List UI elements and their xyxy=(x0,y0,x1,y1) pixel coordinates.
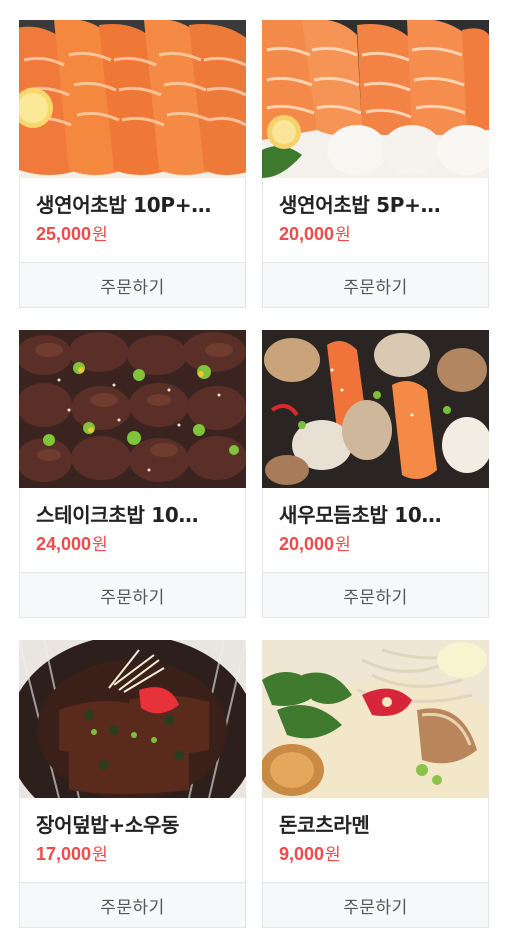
price-amount: 17,000 xyxy=(36,844,92,864)
menu-card-info: 장어덮밥+소우동 17,000원 xyxy=(19,798,246,882)
menu-card-info: 생연어초밥 5P+… 20,000원 xyxy=(262,178,489,262)
currency-label: 원 xyxy=(92,225,108,245)
menu-item-name: 돈코츠라멘 xyxy=(279,813,370,837)
menu-card-info: 스테이크초밥 10… 24,000원 xyxy=(19,488,246,572)
order-button[interactable]: 주문하기 xyxy=(262,262,489,308)
menu-item-price: 25,000원 xyxy=(36,222,229,247)
order-button[interactable]: 주문하기 xyxy=(19,262,246,308)
currency-label: 원 xyxy=(92,535,108,555)
price-amount: 20,000 xyxy=(279,224,335,244)
order-button[interactable]: 주문하기 xyxy=(262,882,489,928)
price-amount: 24,000 xyxy=(36,534,92,554)
salmon-sushi-photo[interactable] xyxy=(19,20,246,178)
tonkotsu-ramen-photo[interactable] xyxy=(262,640,489,798)
menu-card: 스테이크초밥 10… 24,000원 주문하기 xyxy=(19,330,246,618)
menu-card: 생연어초밥 10P+… 25,000원 주문하기 xyxy=(19,20,246,308)
currency-label: 원 xyxy=(325,845,341,865)
shrimp-sushi-photo[interactable] xyxy=(262,330,489,488)
menu-item-name: 생연어초밥 5P+… xyxy=(279,193,441,217)
menu-card-info: 새우모듬초밥 10… 20,000원 xyxy=(262,488,489,572)
menu-card-info: 생연어초밥 10P+… 25,000원 xyxy=(19,178,246,262)
menu-item-price: 9,000원 xyxy=(279,842,472,867)
steak-sushi-photo[interactable] xyxy=(19,330,246,488)
menu-item-price: 24,000원 xyxy=(36,532,229,557)
menu-item-name: 새우모듬초밥 10… xyxy=(279,503,442,527)
menu-item-name: 장어덮밥+소우동 xyxy=(36,813,180,837)
eel-rice-bowl-photo[interactable] xyxy=(19,640,246,798)
price-amount: 25,000 xyxy=(36,224,92,244)
currency-label: 원 xyxy=(92,845,108,865)
price-amount: 9,000 xyxy=(279,844,325,864)
menu-card: 장어덮밥+소우동 17,000원 주문하기 xyxy=(19,640,246,928)
menu-item-price: 17,000원 xyxy=(36,842,229,867)
menu-item-price: 20,000원 xyxy=(279,222,472,247)
currency-label: 원 xyxy=(335,225,351,245)
menu-item-name: 생연어초밥 10P+… xyxy=(36,193,211,217)
menu-card: 생연어초밥 5P+… 20,000원 주문하기 xyxy=(262,20,489,308)
order-button[interactable]: 주문하기 xyxy=(19,882,246,928)
menu-card: 새우모듬초밥 10… 20,000원 주문하기 xyxy=(262,330,489,618)
menu-card: 돈코츠라멘 9,000원 주문하기 xyxy=(262,640,489,928)
menu-item-name: 스테이크초밥 10… xyxy=(36,503,199,527)
salmon-sushi-photo[interactable] xyxy=(262,20,489,178)
price-amount: 20,000 xyxy=(279,534,335,554)
menu-card-info: 돈코츠라멘 9,000원 xyxy=(262,798,489,882)
menu-item-price: 20,000원 xyxy=(279,532,472,557)
currency-label: 원 xyxy=(335,535,351,555)
order-button[interactable]: 주문하기 xyxy=(19,572,246,618)
order-button[interactable]: 주문하기 xyxy=(262,572,489,618)
menu-grid: 생연어초밥 10P+… 25,000원 주문하기 생연어초밥 5P+… 20,0… xyxy=(19,20,489,928)
